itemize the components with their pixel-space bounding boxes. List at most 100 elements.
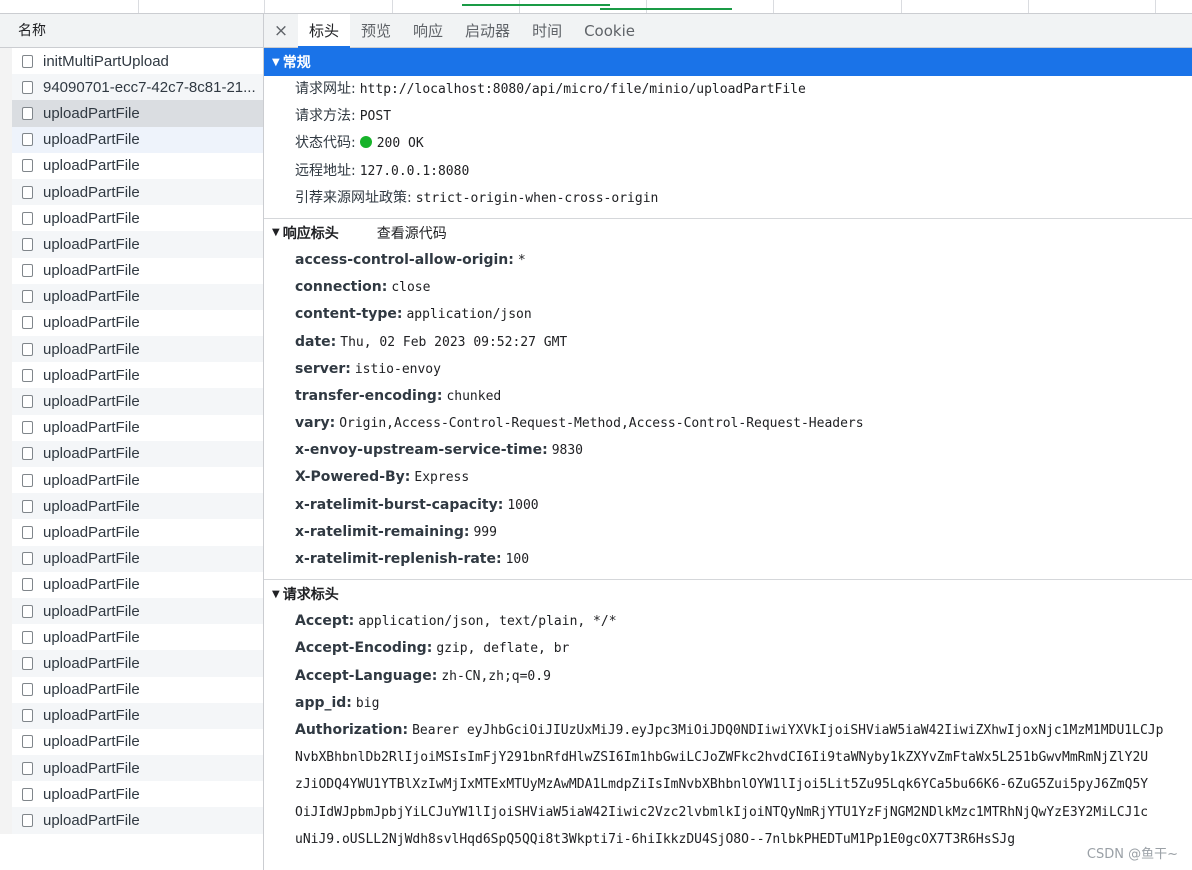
network-overview-timeline[interactable]: [0, 0, 1192, 14]
header-value: Express: [414, 470, 470, 486]
document-icon: [22, 133, 33, 147]
request-row[interactable]: uploadPartFile: [0, 519, 263, 546]
general-row: 远程地址: 127.0.0.1:8080: [264, 158, 1192, 185]
document-icon: [22, 211, 33, 225]
document-icon: [22, 342, 33, 356]
header-value: 100: [505, 552, 530, 567]
document-icon: [22, 447, 33, 461]
request-name: uploadPartFile: [43, 262, 140, 280]
response-headers-header[interactable]: ▼ 响应标头 查看源代码: [264, 219, 1192, 247]
request-row[interactable]: initMultiPartUpload: [0, 48, 263, 75]
header-key: Accept-Encoding:: [295, 640, 433, 657]
header-key: access-control-allow-origin:: [295, 251, 514, 268]
header-key: Authorization:: [295, 721, 409, 738]
header-key: x-ratelimit-remaining:: [295, 523, 470, 540]
document-icon: [22, 159, 33, 173]
request-name: uploadPartFile: [43, 628, 140, 646]
request-row[interactable]: uploadPartFile: [0, 152, 263, 179]
request-name: initMultiPartUpload: [43, 52, 169, 70]
request-headers-title: 请求标头: [282, 587, 339, 604]
header-key: transfer-encoding:: [295, 387, 443, 404]
header-value: Bearer eyJhbGciOiJIUzUxMiJ9.eyJpc3MiOiJD…: [412, 722, 1164, 738]
request-row[interactable]: uploadPartFile: [0, 571, 263, 598]
tab-initiator[interactable]: 启动器: [454, 14, 521, 47]
request-name: uploadPartFile: [43, 497, 140, 515]
request-row[interactable]: uploadPartFile: [0, 231, 263, 258]
request-row[interactable]: uploadPartFile: [0, 624, 263, 651]
request-row[interactable]: uploadPartFile: [0, 336, 263, 363]
request-name: uploadPartFile: [43, 812, 140, 830]
response-header-rows: access-control-allow-origin: * connection:…: [264, 247, 1192, 573]
document-icon: [22, 421, 33, 435]
header-value: 127.0.0.1:8080: [359, 163, 470, 179]
request-name: uploadPartFile: [43, 340, 140, 358]
request-row[interactable]: uploadPartFile: [0, 728, 263, 756]
document-icon: [22, 290, 33, 304]
request-row[interactable]: uploadPartFile: [0, 126, 263, 153]
request-row[interactable]: uploadPartFile: [0, 362, 263, 389]
document-icon: [22, 814, 33, 828]
header-value: http://localhost:8080/api/micro/file/min…: [359, 82, 806, 97]
request-row[interactable]: uploadPartFile: [0, 807, 263, 834]
document-icon: [22, 578, 33, 592]
request-headers-header[interactable]: ▼ 请求标头: [264, 580, 1192, 608]
header-value: application/json: [406, 307, 532, 323]
document-icon: [22, 473, 33, 487]
general-row: 状态代码: 200 OK: [264, 130, 1192, 157]
document-icon: [22, 552, 33, 566]
authorization-continuation: NvbXBhbnlDb2RlIjoiMSIsImFjY291bnRfdHlwZS…: [264, 744, 1192, 853]
general-section-header[interactable]: ▼ 常规: [264, 48, 1192, 76]
header-value: close: [391, 280, 431, 296]
request-row[interactable]: uploadPartFile: [0, 702, 263, 729]
request-row[interactable]: uploadPartFile: [0, 597, 263, 625]
view-source-link[interactable]: 查看源代码: [377, 223, 447, 243]
request-name: uploadPartFile: [43, 707, 140, 725]
request-row[interactable]: uploadPartFile: [0, 676, 263, 703]
details-tabbar: × 标头 预览 响应 启动器 时间 Cookie: [264, 14, 1192, 48]
request-row[interactable]: uploadPartFile: [0, 545, 263, 572]
request-name: uploadPartFile: [43, 419, 140, 437]
overview-request-bar: [462, 4, 610, 6]
tab-timing[interactable]: 时间: [521, 14, 573, 47]
overview-gridline: [138, 0, 139, 13]
tab-cookies[interactable]: Cookie: [573, 14, 646, 47]
request-row[interactable]: uploadPartFile: [0, 493, 263, 520]
name-column-header[interactable]: 名称: [0, 14, 263, 48]
header-value: big: [355, 695, 380, 711]
request-row[interactable]: uploadPartFile: [0, 755, 263, 782]
header-row: server: istio-envoy: [264, 356, 1192, 383]
header-row: connection: close: [264, 274, 1192, 301]
header-key: app_id:: [295, 694, 352, 711]
request-row[interactable]: uploadPartFile: [0, 440, 263, 467]
request-name: uploadPartFile: [43, 366, 140, 384]
request-row[interactable]: uploadPartFile: [0, 283, 263, 310]
authorization-value-line: OiJIdWJpbmJpbjYiLCJuYW1lIjoiSHViaW5iaW42…: [295, 804, 1149, 820]
request-list: 名称 initMultiPartUpload 94090701-ecc7-42c7…: [0, 14, 264, 870]
request-row[interactable]: uploadPartFile: [0, 388, 263, 415]
request-row[interactable]: uploadPartFile: [0, 309, 263, 337]
tab-headers[interactable]: 标头: [298, 14, 351, 48]
request-row[interactable]: uploadPartFile: [0, 781, 263, 808]
request-headers-section: ▼ 请求标头 Accept: application/json, text/pla…: [264, 580, 1192, 853]
close-icon[interactable]: ×: [264, 14, 298, 47]
request-row[interactable]: uploadPartFile: [0, 650, 263, 677]
request-name: uploadPartFile: [43, 314, 140, 332]
request-row[interactable]: uploadPartFile: [0, 100, 263, 127]
request-row[interactable]: uploadPartFile: [0, 205, 263, 232]
tab-response[interactable]: 响应: [402, 14, 454, 47]
request-name: uploadPartFile: [43, 235, 140, 253]
request-name: uploadPartFile: [43, 654, 140, 672]
request-row[interactable]: uploadPartFile: [0, 467, 263, 494]
document-icon: [22, 185, 33, 199]
overview-gridline: [646, 0, 647, 13]
request-name: uploadPartFile: [43, 576, 140, 594]
document-icon: [22, 656, 33, 670]
header-key: date:: [295, 333, 337, 350]
request-row[interactable]: uploadPartFile: [0, 178, 263, 206]
request-row[interactable]: uploadPartFile: [0, 257, 263, 284]
overview-gridline: [1155, 0, 1156, 13]
request-row[interactable]: uploadPartFile: [0, 414, 263, 441]
tab-preview[interactable]: 预览: [350, 14, 402, 47]
request-row[interactable]: 94090701-ecc7-42c7-8c81-21...: [0, 74, 263, 101]
header-key: server:: [295, 360, 351, 377]
